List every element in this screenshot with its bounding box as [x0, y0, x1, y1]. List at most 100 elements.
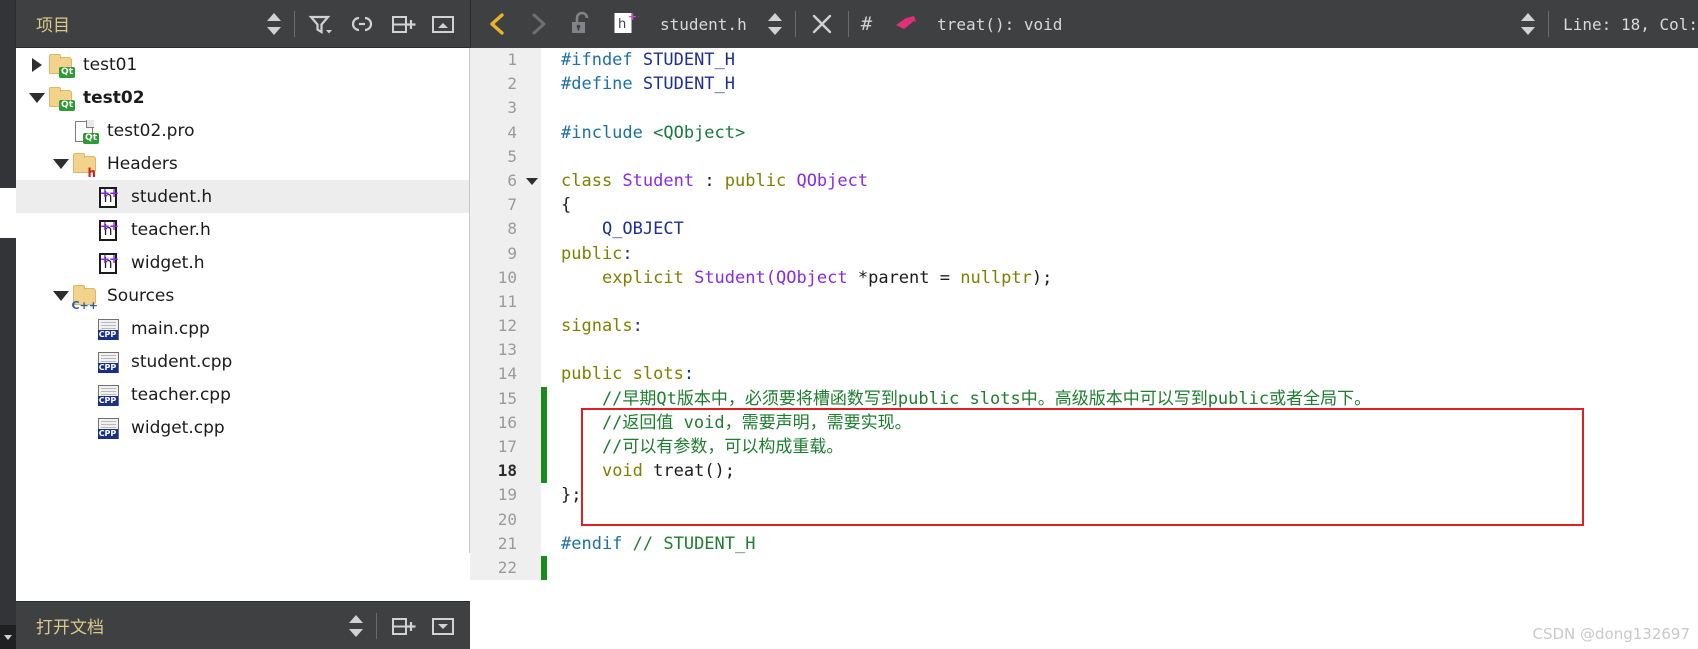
code-lines[interactable]: 1 #ifndef STUDENT_H 2 #define STUDENT_H 3 4 #i… — [470, 48, 1698, 649]
code-text[interactable]: #include <QObject> — [547, 121, 745, 145]
code-text[interactable]: public slots: — [547, 362, 694, 386]
code-text[interactable]: signals: — [547, 314, 643, 338]
code-line[interactable]: 9 public: — [470, 241, 1698, 266]
code-text[interactable]: #ifndef STUDENT_H — [547, 48, 735, 72]
code-line[interactable]: 17 //可以有参数，可以构成重载。 — [470, 435, 1698, 460]
minimize-pane-icon[interactable] — [423, 0, 470, 48]
code-line[interactable]: 7{ — [470, 193, 1698, 218]
code-line[interactable]: 1 #ifndef STUDENT_H — [470, 48, 1698, 73]
code-line[interactable]: 8 Q_OBJECT — [470, 217, 1698, 242]
rail-scroll-thumb[interactable] — [0, 188, 16, 238]
twisty-placeholder — [74, 384, 96, 406]
updown-arrows-icon[interactable] — [260, 0, 288, 48]
code-token: Student — [622, 170, 695, 191]
code-line[interactable]: 20 — [470, 507, 1698, 532]
close-pane-icon[interactable] — [423, 602, 470, 649]
code-line[interactable]: 19}; — [470, 483, 1698, 508]
symbol-selector-updown-icon[interactable] — [1514, 0, 1542, 48]
tree-item-student-h[interactable]: h ++ student.h — [16, 180, 469, 213]
code-token: : — [683, 364, 695, 385]
code-text[interactable]: #define STUDENT_H — [547, 72, 735, 96]
code-text[interactable]: //返回值 void，需要声明，需要实现。 — [547, 411, 912, 435]
code-line[interactable]: 11 — [470, 289, 1698, 315]
tree-item-label: Headers — [107, 153, 178, 174]
file-selector-updown-icon[interactable] — [761, 0, 789, 48]
code-line[interactable]: 2 #define STUDENT_H — [470, 72, 1698, 97]
qt-folder-icon: Qt — [48, 52, 75, 78]
code-line[interactable]: 21 #endif // STUDENT_H — [470, 531, 1698, 556]
code-line[interactable]: 4 #include <QObject> — [470, 120, 1698, 145]
code-text[interactable]: { — [547, 193, 571, 217]
code-line[interactable]: 13 — [470, 338, 1698, 363]
code-line[interactable]: 14 public slots: — [470, 362, 1698, 387]
tree-item-label: widget.h — [131, 252, 205, 273]
code-token: : — [622, 243, 633, 264]
tree-item-label: test02.pro — [107, 120, 195, 141]
tree-item-teacher-cpp[interactable]: CPP teacher.cpp — [16, 378, 469, 411]
split-add-icon[interactable] — [383, 602, 423, 649]
code-token: public — [724, 170, 797, 191]
cpp-file-icon: CPP — [96, 415, 122, 441]
unlocked-padlock-icon[interactable] — [558, 0, 601, 48]
code-text[interactable]: //早期Qt版本中，必须要将槽函数写到public slots中。高级版本中可以… — [547, 387, 1371, 411]
link-icon[interactable] — [341, 0, 383, 48]
tree-item-test01[interactable]: Qt test01 — [16, 48, 469, 81]
fold-placeholder — [523, 217, 541, 242]
close-file-icon[interactable] — [802, 0, 842, 48]
tree-item-test02[interactable]: Qt test02 — [16, 81, 469, 114]
code-text[interactable]: explicit Student(QObject *parent = nullp… — [547, 266, 1052, 290]
open-file-name[interactable]: student.h — [660, 15, 747, 34]
project-tree[interactable]: Qt test01 Qt test02 Qt test02.pro h Headers h ++ s… — [16, 48, 470, 553]
rail-scroll-down-button[interactable] — [0, 625, 16, 649]
fold-placeholder — [523, 531, 541, 556]
code-line[interactable]: 18 void treat(); — [470, 459, 1698, 484]
code-line[interactable]: 6 class Student : public QObject — [470, 168, 1698, 194]
code-text[interactable]: class Student : public QObject — [547, 169, 868, 193]
navigate-back-icon[interactable] — [471, 0, 518, 48]
tree-item-test02-pro[interactable]: Qt test02.pro — [16, 114, 469, 147]
tree-item-student-cpp[interactable]: CPP student.cpp — [16, 345, 469, 378]
tree-item-teacher-h[interactable]: h ++ teacher.h — [16, 213, 469, 246]
tree-item-Headers[interactable]: h Headers — [16, 147, 469, 180]
tree-item-main-cpp[interactable]: CPP main.cpp — [16, 312, 469, 345]
code-line[interactable]: 12 signals: — [470, 314, 1698, 339]
code-text[interactable]: //可以有参数，可以构成重载。 — [547, 435, 843, 459]
code-text[interactable]: void treat(); — [547, 459, 735, 483]
code-token: nullptr — [960, 267, 1032, 288]
split-add-icon[interactable] — [383, 0, 423, 48]
navigate-forward-icon[interactable] — [518, 0, 558, 48]
tree-item-widget-h[interactable]: h ++ widget.h — [16, 246, 469, 279]
code-token: #include — [561, 122, 654, 143]
code-token: //返回值 void，需要声明，需要实现。 — [561, 412, 912, 433]
code-line[interactable]: 22 — [470, 555, 1698, 581]
code-text[interactable]: Q_OBJECT — [547, 217, 684, 241]
qt-creator-window: 项目 h + student.h # treat(): void Line: 1… — [0, 0, 1698, 649]
code-text[interactable]: public: — [547, 242, 633, 266]
code-editor[interactable]: 1 #ifndef STUDENT_H 2 #define STUDENT_H 3 4 #i… — [470, 48, 1698, 649]
twisty-placeholder — [50, 120, 72, 142]
code-text[interactable]: }; — [547, 483, 581, 507]
svg-text:++: ++ — [628, 10, 639, 23]
code-line[interactable]: 15 //早期Qt版本中，必须要将槽函数写到public slots中。高级版本… — [470, 386, 1698, 411]
code-line[interactable]: 5 — [470, 144, 1698, 169]
code-token: //早期Qt版本中，必须要将槽函数写到public slots中。高级版本中可以… — [561, 388, 1372, 409]
fold-toggle-icon[interactable] — [523, 168, 541, 194]
code-line[interactable]: 10 explicit Student(QObject *parent = nu… — [470, 265, 1698, 290]
code-text[interactable]: #endif // STUDENT_H — [547, 532, 755, 556]
code-line[interactable]: 16 //返回值 void，需要声明，需要实现。 — [470, 410, 1698, 435]
h-plusplus-file-icon: h ++ — [99, 218, 119, 241]
code-line[interactable]: 3 — [470, 96, 1698, 121]
chevron-right-icon[interactable] — [26, 54, 48, 76]
tree-item-widget-cpp[interactable]: CPP widget.cpp — [16, 411, 469, 444]
current-symbol[interactable]: treat(): void — [937, 15, 1062, 34]
chevron-down-icon[interactable] — [50, 153, 72, 175]
filter-icon[interactable] — [301, 0, 341, 48]
cursor-position: Line: 18, Col: — [1563, 14, 1698, 34]
twisty-placeholder — [74, 219, 96, 241]
line-number: 17 — [470, 435, 523, 460]
tree-item-Sources[interactable]: C++ Sources — [16, 279, 469, 312]
open-docs-updown-icon[interactable] — [342, 602, 370, 649]
divider — [376, 612, 377, 639]
chevron-down-icon[interactable] — [26, 87, 48, 109]
line-number: 6 — [470, 168, 523, 194]
